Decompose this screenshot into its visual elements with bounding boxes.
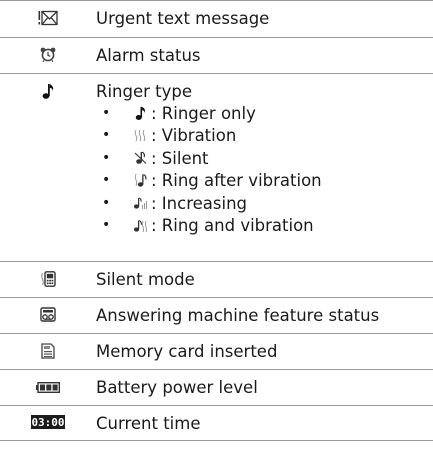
- icon-cell: [0, 74, 96, 261]
- list-item-text: : Ring after vibration: [151, 171, 322, 191]
- description-cell: Ringer type • : Ringer only •: Vibratio…: [96, 74, 433, 261]
- list-item-text: : Increasing: [151, 193, 247, 213]
- ring-after-vibration-icon: [129, 173, 151, 188]
- table-row: Memory card inserted: [0, 333, 433, 369]
- bullet: •: [102, 149, 111, 166]
- answering-machine-icon: [40, 307, 56, 333]
- row-label: Battery power level: [96, 378, 258, 397]
- description-cell: Battery power level: [96, 370, 433, 405]
- status-icon-table: Urgent text message Alarm status Ringer …: [0, 0, 433, 441]
- table-row: Urgent text message: [0, 0, 433, 37]
- memory-card-icon: [41, 343, 55, 369]
- list-item: • : Ring after vibration: [96, 170, 433, 193]
- icon-cell: [0, 1, 96, 37]
- description-cell: Memory card inserted: [96, 334, 433, 369]
- row-label: Silent mode: [96, 270, 195, 289]
- table-row: Battery power level: [0, 369, 433, 405]
- alarm-clock-icon: [40, 47, 56, 73]
- description-cell: Alarm status: [96, 38, 433, 73]
- icon-cell: [0, 38, 96, 73]
- urgent-message-icon: [38, 10, 58, 37]
- clock-display-icon: 03:00: [31, 415, 65, 440]
- icon-cell: [0, 370, 96, 405]
- table-row: Alarm status: [0, 37, 433, 73]
- table-row: Ringer type • : Ringer only •: Vibratio…: [0, 73, 433, 261]
- row-label: Alarm status: [96, 46, 201, 65]
- bullet: •: [102, 194, 111, 211]
- list-item-text: : Silent: [151, 148, 209, 168]
- list-item: • : Ring and vibration: [96, 215, 433, 238]
- list-item: • : Increasing: [96, 192, 433, 215]
- description-cell: Answering machine feature status: [96, 298, 433, 333]
- ring-and-vibration-icon: [129, 219, 151, 233]
- ringer-type-list: • : Ringer only •: Vibration •: Silent…: [96, 102, 433, 237]
- icon-cell: [0, 262, 96, 297]
- row-label: Ringer type: [96, 82, 193, 101]
- bullet: •: [102, 104, 111, 121]
- row-label: Answering machine feature status: [96, 306, 380, 325]
- table-row: Silent mode: [0, 261, 433, 297]
- list-item-text: : Vibration: [151, 126, 237, 146]
- icon-cell: 03:00: [0, 406, 96, 440]
- bullet: •: [102, 127, 111, 144]
- clock-display-text: 03:00: [31, 416, 64, 429]
- list-item: • : Vibration: [96, 125, 433, 148]
- icon-cell: [0, 334, 96, 369]
- bullet: •: [102, 172, 111, 189]
- row-label: Urgent text message: [96, 9, 270, 28]
- list-item-text: : Ringer only: [151, 103, 256, 123]
- description-cell: Silent mode: [96, 262, 433, 297]
- table-row: 03:00 Current time: [0, 405, 433, 441]
- description-cell: Current time: [96, 406, 433, 440]
- description-cell: Urgent text message: [96, 1, 433, 37]
- silent-mode-phone-icon: [40, 271, 56, 297]
- row-label: Current time: [96, 414, 201, 433]
- bullet: •: [102, 217, 111, 234]
- music-note-icon: [129, 106, 151, 121]
- battery-icon: [36, 379, 60, 405]
- row-label: Memory card inserted: [96, 342, 278, 361]
- list-item: • : Ringer only: [96, 102, 433, 125]
- vibration-icon: [129, 129, 151, 142]
- list-item-text: : Ring and vibration: [151, 216, 314, 236]
- list-item: • : Silent: [96, 147, 433, 170]
- table-row: Answering machine feature status: [0, 297, 433, 333]
- music-note-icon: [42, 83, 54, 261]
- silent-note-icon: [129, 151, 151, 165]
- icon-cell: [0, 298, 96, 333]
- increasing-ring-icon: [129, 196, 151, 210]
